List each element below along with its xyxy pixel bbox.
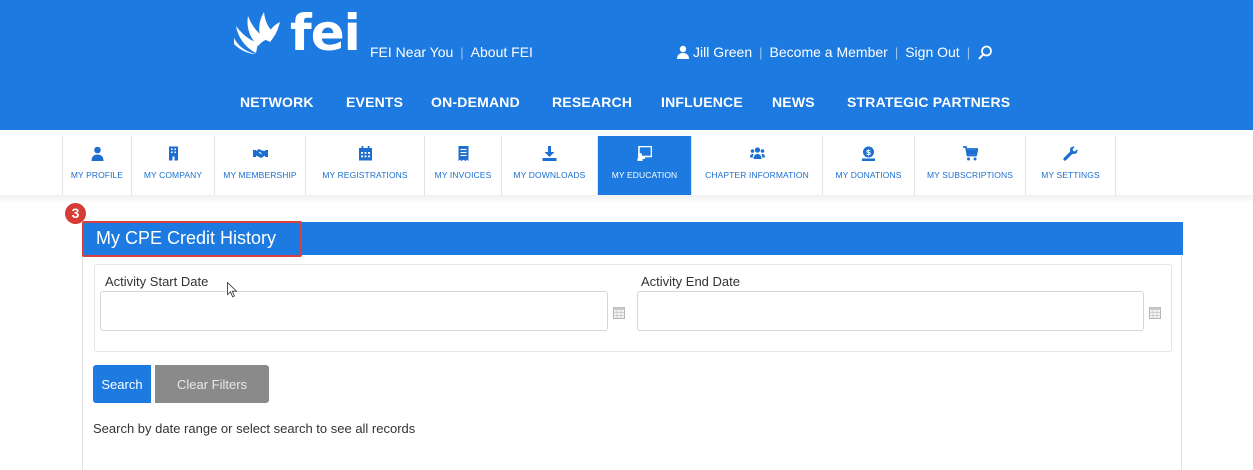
donate-icon: $ [862, 146, 875, 161]
tab-my-registrations[interactable]: MY REGISTRATIONS [306, 136, 425, 195]
nav-research[interactable]: RESEARCH [552, 94, 632, 110]
svg-text:$: $ [866, 148, 872, 157]
building-icon [168, 146, 178, 161]
separator: | [460, 44, 464, 60]
tab-my-donations[interactable]: $ MY DONATIONS [823, 136, 915, 195]
sign-out-link[interactable]: Sign Out [905, 44, 959, 60]
tab-my-downloads[interactable]: MY DOWNLOADS [502, 136, 598, 195]
fei-logo[interactable]: fei [228, 4, 361, 62]
about-fei-link[interactable]: About FEI [471, 44, 533, 60]
tab-my-profile[interactable]: MY PROFILE [62, 136, 132, 195]
nav-on-demand[interactable]: ON-DEMAND [431, 94, 520, 110]
cart-icon [962, 146, 978, 161]
nav-strategic-partners[interactable]: STRATEGIC PARTNERS [847, 94, 1010, 110]
search-icon[interactable] [978, 45, 993, 60]
receipt-icon [458, 146, 468, 161]
annotation-highlight-box [82, 221, 302, 257]
users-icon [749, 147, 765, 159]
download-icon [542, 146, 557, 161]
nav-events[interactable]: EVENTS [346, 94, 403, 110]
tab-label: MY DONATIONS [835, 170, 902, 180]
start-date-input[interactable] [100, 291, 608, 331]
cpe-credit-panel: My CPE Credit History Activity Start Dat… [82, 222, 1183, 470]
tab-label: MY SUBSCRIPTIONS [927, 170, 1013, 180]
start-date-label: Activity Start Date [105, 274, 209, 289]
filter-box: Activity Start Date Activity End Date [94, 264, 1172, 352]
fei-near-you-link[interactable]: FEI Near You [370, 44, 453, 60]
site-header: fei FEI Near You | About FEI Jill Green … [0, 0, 1253, 130]
tab-label: MY COMPANY [143, 170, 203, 180]
wrench-icon [1063, 146, 1078, 161]
mouse-cursor-icon [227, 282, 238, 298]
separator: | [759, 44, 763, 60]
calendar-picker-icon[interactable] [1149, 307, 1161, 319]
user-links: Jill Green | Become a Member | Sign Out … [676, 44, 993, 60]
user-icon [677, 45, 689, 59]
tab-my-company[interactable]: MY COMPANY [132, 136, 215, 195]
separator: | [894, 44, 899, 60]
tab-label: CHAPTER INFORMATION [705, 170, 809, 180]
tab-label: MY SETTINGS [1041, 170, 1100, 180]
tab-label: MY INVOICES [434, 170, 492, 180]
top-links: FEI Near You | About FEI [370, 44, 533, 60]
user-icon [91, 146, 103, 161]
nav-network[interactable]: NETWORK [240, 94, 314, 110]
step-badge: 3 [65, 203, 86, 224]
search-hint: Search by date range or select search to… [93, 421, 416, 436]
calendar-picker-icon[interactable] [613, 307, 625, 319]
handshake-icon [252, 149, 268, 158]
tab-my-invoices[interactable]: MY INVOICES [425, 136, 502, 195]
tab-label: MY DOWNLOADS [513, 170, 586, 180]
tab-chapter-information[interactable]: CHAPTER INFORMATION [692, 136, 823, 195]
tab-label: MY MEMBERSHIP [223, 170, 297, 180]
tab-label: MY EDUCATION [611, 170, 678, 180]
end-date-input[interactable] [637, 291, 1144, 331]
fei-swirl-icon [234, 12, 280, 54]
tab-my-settings[interactable]: MY SETTINGS [1026, 136, 1116, 195]
main-nav: NETWORK EVENTS ON-DEMAND RESEARCH INFLUE… [0, 94, 1253, 114]
logo-text: fei [290, 4, 361, 62]
separator: | [966, 44, 971, 60]
search-button[interactable]: Search [93, 365, 151, 403]
tab-label: MY PROFILE [70, 170, 124, 180]
tab-my-subscriptions[interactable]: MY SUBSCRIPTIONS [915, 136, 1026, 195]
nav-influence[interactable]: INFLUENCE [661, 94, 743, 110]
chalkboard-icon [637, 146, 652, 161]
end-date-label: Activity End Date [641, 274, 740, 289]
tab-my-membership[interactable]: MY MEMBERSHIP [215, 136, 306, 195]
become-member-link[interactable]: Become a Member [770, 44, 888, 60]
user-name-link[interactable]: Jill Green [693, 44, 752, 60]
clear-filters-button[interactable]: Clear Filters [155, 365, 269, 403]
account-tab-bar: MY PROFILE MY COMPANY MY MEMBERSHIP MY R… [62, 136, 1116, 195]
calendar-icon [358, 146, 372, 161]
tabbar-shadow [0, 195, 1253, 203]
tab-my-education[interactable]: MY EDUCATION [598, 136, 692, 195]
tab-label: MY REGISTRATIONS [322, 170, 408, 180]
nav-news[interactable]: NEWS [772, 94, 815, 110]
